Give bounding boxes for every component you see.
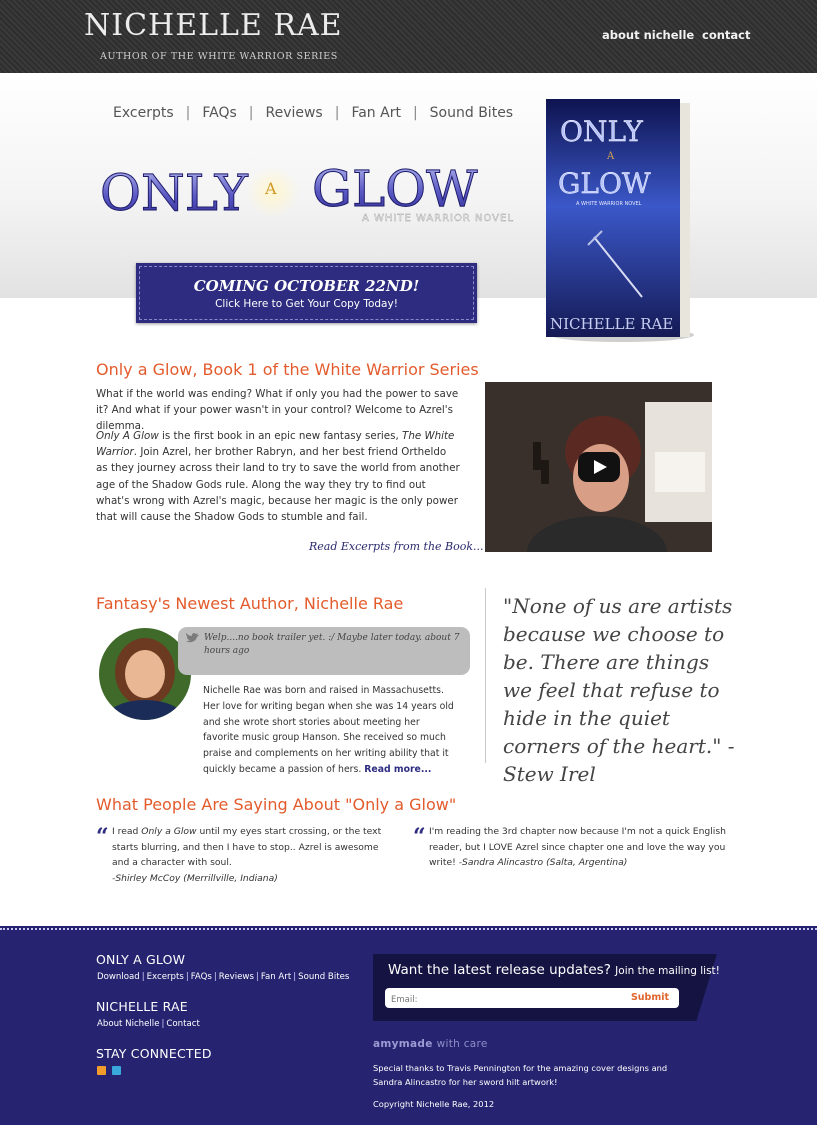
video-player[interactable]	[485, 382, 712, 552]
cover-title-a: A	[606, 151, 615, 162]
subnav-sound-bites[interactable]: Sound Bites	[430, 105, 513, 121]
amymade-logo: amymade	[373, 1038, 433, 1050]
book-title-italic: Only A Glow	[96, 430, 159, 442]
nav-contact-link[interactable]: contact	[702, 28, 750, 42]
footer-heading-book: ONLY A GLOW	[96, 952, 186, 967]
subnav-separator: |	[248, 105, 254, 121]
read-more-link[interactable]: Read more...	[364, 764, 431, 775]
testimonials-heading: What People Are Saying About "Only a Glo…	[96, 795, 457, 814]
cover-author: NICHELLE RAE	[550, 315, 673, 333]
link-separator: |	[213, 972, 217, 982]
logo-only: ONLY	[100, 164, 249, 222]
twitter-icon[interactable]	[112, 1066, 121, 1075]
featured-quote: "None of us are artists because we choos…	[503, 594, 735, 786]
subnav-reviews[interactable]: Reviews	[265, 105, 322, 121]
footer-link-download[interactable]: Download	[97, 972, 140, 982]
subnav-fan-art[interactable]: Fan Art	[351, 105, 401, 121]
testimonial-1-author: -Shirley McCoy (Merrillville, Indiana)	[112, 872, 278, 884]
bio-text: Nichelle Rae was born and raised in Mass…	[203, 685, 454, 775]
quote-mark-icon: “	[96, 824, 109, 850]
nav-about-link[interactable]: about nichelle	[602, 28, 694, 42]
amymade-tagline: with care	[436, 1038, 488, 1050]
intro-heading: Only a Glow, Book 1 of the White Warrior…	[96, 360, 479, 379]
testimonial-1-text-a: I read	[112, 826, 142, 837]
footer-link-excerpts[interactable]: Excerpts	[147, 972, 184, 982]
link-separator: |	[185, 972, 189, 982]
link-separator: |	[141, 972, 145, 982]
credits-text: Special thanks to Travis Pennington for …	[373, 1063, 668, 1087]
submit-button[interactable]: Submit	[621, 988, 679, 1008]
testimonial-2: I'm reading the 3rd chapter now because …	[429, 824, 729, 871]
link-separator: |	[161, 1019, 165, 1029]
mailing-list-title: Want the latest release updates? Join th…	[388, 962, 720, 978]
brand-name[interactable]: NICHELLE RAE	[84, 8, 343, 43]
footer-book-links: Download | Excerpts | FAQs | Reviews | Fan Art | S…	[97, 972, 349, 982]
intro-paragraph-2: Only A Glow is the first book in an epic…	[96, 428, 460, 525]
testimonial-1: I read Only a Glow until my eyes start c…	[112, 824, 394, 886]
quote-mark-icon: “	[413, 824, 426, 850]
link-separator: |	[255, 972, 259, 982]
logo-glow: GLOW	[312, 160, 478, 218]
copyright-text: Copyright Nichelle Rae, 2012	[373, 1099, 495, 1109]
twitter-bird-icon	[186, 633, 199, 643]
preorder-cta-button[interactable]: COMING OCTOBER 22ND! Click Here to Get Y…	[136, 263, 477, 323]
footer-link-about[interactable]: About Nichelle	[97, 1019, 159, 1029]
footer-link-fan-art[interactable]: Fan Art	[261, 972, 291, 982]
testimonial-1-book-title: Only a Glow	[141, 826, 197, 837]
email-field[interactable]	[385, 988, 621, 1008]
brand-subtitle: AUTHOR OF THE WHITE WARRIOR SERIES	[100, 51, 338, 62]
footer-link-contact[interactable]: Contact	[166, 1019, 199, 1029]
column-divider	[485, 588, 486, 763]
testimonial-2-author: -Sandra Alincastro (Salta, Argentina)	[458, 857, 628, 868]
logo-tagline: A WHITE WARRIOR NOVEL	[362, 213, 514, 224]
paragraph-2-mid: is the first book in an epic new fantasy…	[158, 430, 403, 442]
footer-link-sound-bites[interactable]: Sound Bites	[298, 972, 349, 982]
mailing-title-small: Join the mailing list!	[615, 965, 720, 977]
footer-link-faqs[interactable]: FAQs	[191, 972, 212, 982]
sub-navigation: Excerpts | FAQs | Reviews | Fan Art | Sound Bite…	[113, 105, 513, 121]
cover-title-only: ONLY	[560, 115, 643, 148]
rss-icon[interactable]	[97, 1066, 106, 1075]
footer-heading-author: NICHELLE RAE	[96, 999, 188, 1014]
tweet-message: Welp....no book trailer yet. :/ Maybe la…	[204, 633, 422, 643]
subnav-separator: |	[412, 105, 418, 121]
cta-subtitle: Click Here to Get Your Copy Today!	[215, 298, 398, 310]
subnav-faqs[interactable]: FAQs	[202, 105, 236, 121]
cover-title-glow: GLOW	[558, 167, 651, 200]
subnav-separator: |	[185, 105, 191, 121]
book-cover-image[interactable]: ONLY A GLOW A WHITE WARRIOR NOVEL NICHEL…	[544, 97, 694, 342]
cover-series: A WHITE WARRIOR NOVEL	[576, 201, 642, 207]
only-a-glow-logo: ONLY A GLOW A WHITE WARRIOR NOVEL	[100, 160, 514, 225]
footer-author-links: About Nichelle | Contact	[97, 1019, 200, 1029]
footer-dotted-border	[0, 928, 817, 930]
author-bio: Nichelle Rae was born and raised in Mass…	[203, 683, 458, 778]
footer-link-reviews[interactable]: Reviews	[219, 972, 254, 982]
mailing-title-main: Want the latest release updates?	[388, 962, 611, 978]
amymade-credit[interactable]: amymade with care	[373, 1038, 488, 1050]
link-separator: |	[293, 972, 297, 982]
play-icon[interactable]	[578, 452, 620, 482]
tweet-text: Welp....no book trailer yet. :/ Maybe la…	[204, 632, 466, 658]
paragraph-2-rest: . Join Azrel, her brother Rabryn, and he…	[96, 446, 460, 524]
read-excerpts-link[interactable]: Read Excerpts from the Book...	[309, 540, 484, 553]
subnav-separator: |	[334, 105, 340, 121]
author-heading: Fantasy's Newest Author, Nichelle Rae	[96, 594, 404, 613]
cta-title: COMING OCTOBER 22ND!	[193, 277, 420, 295]
subnav-excerpts[interactable]: Excerpts	[113, 105, 174, 121]
logo-a: A	[264, 179, 277, 198]
footer-heading-connect: STAY CONNECTED	[96, 1046, 212, 1061]
